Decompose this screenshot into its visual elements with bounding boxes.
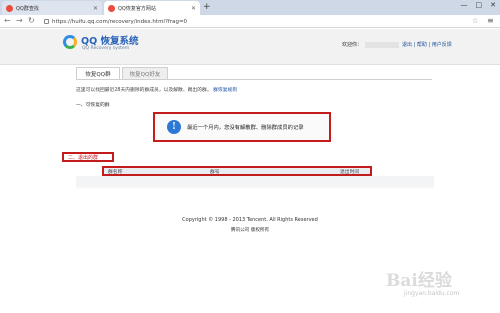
bookmark-star-icon[interactable]: ☆ [472,17,478,25]
browser-tab-bar: QQ群查找 ✕ QQ恢复官方网站 ✕ + — □ ✕ [0,0,500,15]
baidu-watermark-url: jingyan.baidu.com [404,290,460,297]
welcome-label: 欢迎你： [342,42,363,48]
url-field[interactable]: https://huifu.qq.com/recovery/index.html… [44,17,464,26]
minimize-icon[interactable]: — [461,1,468,9]
intro-description: 这里可以找回最近28天内删除的群成员，以及解散、踢出的群。 [76,88,212,93]
info-icon: ! [167,120,181,134]
footer-company: 腾讯公司 版权所有 [230,228,270,233]
site-header: QQ 恢复系统 QQ Recovery system 欢迎你： 退出 | 帮助 … [0,29,500,65]
column-exit-time: 退出时间 [340,169,360,175]
logo-subtitle: QQ Recovery system [82,46,130,51]
header-links[interactable]: 退出 | 帮助 | 用户反馈 [402,41,452,48]
qq-favicon-icon [108,4,115,12]
new-tab-button[interactable]: + [203,2,211,13]
footer-copyright: Copyright © 1998 - 2013 Tencent. All Rig… [182,217,318,223]
url-text: https://huifu.qq.com/recovery/index.html… [52,18,188,25]
forward-arrow-icon[interactable]: → [16,16,23,26]
qq-favicon-icon [6,4,13,12]
column-group-name: 群名称 [108,169,123,175]
close-tab-icon[interactable]: ✕ [93,5,98,12]
exited-groups-table-header: 群名称 群号 退出时间 [102,166,372,176]
browser-tab-qq-recovery[interactable]: QQ恢复官方网站 ✕ [104,1,200,15]
window-controls: — □ ✕ [461,1,497,9]
browser-tab-label: QQ恢复官方网站 [118,5,156,12]
column-group-number: 群号 [210,169,220,175]
recovery-rules-link[interactable]: 群恢复规则 [213,88,237,93]
table-row-separator [76,187,434,189]
close-window-icon[interactable]: ✕ [490,1,496,9]
browser-menu-icon[interactable]: ≡ [487,16,494,25]
maximize-icon[interactable]: □ [476,1,483,9]
browser-tab-qq-group-search[interactable]: QQ群查找 ✕ [2,1,102,15]
baidu-watermark: Bai经验 [386,271,452,291]
back-arrow-icon[interactable]: ← [4,16,11,26]
intro-text: 这里可以找回最近28天内删除的群成员，以及解散、踢出的群。 群恢复规则 [76,86,237,93]
address-bar: ← → ↻ https://huifu.qq.com/recovery/inde… [0,15,500,28]
blurred-username [365,41,400,48]
close-tab-icon[interactable]: ✕ [191,5,196,12]
section-recoverable-groups-title: 一、可恢复的群 [76,103,110,108]
welcome-area: 欢迎你： 退出 | 帮助 | 用户反馈 [342,41,452,48]
logo-title: QQ 恢复系统 [81,36,139,47]
lock-icon [44,19,49,24]
table-row [76,176,434,187]
empty-record-notice: ! 最近一个月内，您没有解散群、删除群成员的记录 [153,112,331,142]
section-exited-groups-title: 二、退出的群 [62,152,114,162]
reload-icon[interactable]: ↻ [28,16,35,26]
notice-text: 最近一个月内，您没有解散群、删除群成员的记录 [187,125,304,131]
tab-recover-qq-friends[interactable]: 恢复QQ好友 [122,67,168,79]
tab-divider [76,79,432,80]
qq-recovery-logo-icon [63,35,77,49]
browser-tab-label: QQ群查找 [16,5,39,12]
tab-recover-qq-group[interactable]: 恢复QQ群 [76,67,120,79]
